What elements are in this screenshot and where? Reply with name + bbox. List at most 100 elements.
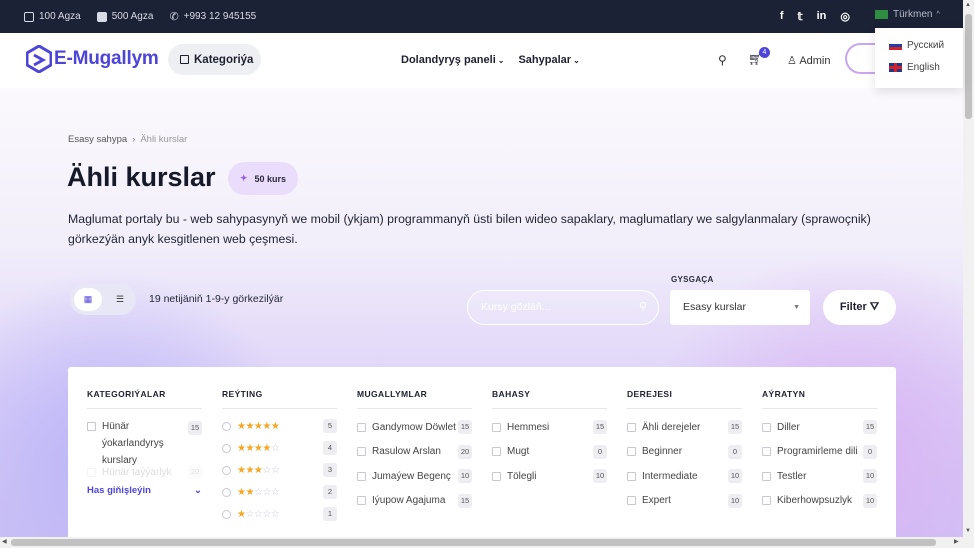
grid-view-icon[interactable]: ▦	[74, 288, 102, 311]
checkbox[interactable]	[492, 447, 501, 457]
filter-option-label: Hünär ýokarlandyryş kurslary	[102, 421, 164, 466]
page-title: Ähli kurslar	[67, 162, 216, 192]
facebook-link-icon[interactable]: f	[780, 10, 784, 23]
results-count: 19 netijäniň 1-9-y görkezilýär	[149, 293, 284, 305]
filter-option[interactable]: Beginner 0	[627, 440, 742, 465]
filter-option[interactable]: Mugt 0	[492, 440, 607, 465]
checkbox[interactable]	[492, 422, 501, 432]
site-logo[interactable]: E-Mugallym	[26, 45, 159, 73]
filter-option[interactable]: Expert 10	[627, 489, 742, 514]
rating-option-4[interactable]: ★★★★☆ 4	[222, 437, 337, 459]
filter-option-label: Testler	[777, 470, 807, 482]
five-stars-icon: ★★★★★	[237, 420, 280, 432]
filter-option[interactable]: Intermediate 10	[627, 464, 742, 489]
checkbox[interactable]	[357, 471, 366, 481]
sort-select[interactable]: Esasy kurslar ▼	[670, 290, 810, 325]
three-stars-icon: ★★★☆☆	[237, 464, 280, 476]
checkbox[interactable]	[762, 422, 771, 432]
checkbox[interactable]	[762, 496, 771, 506]
radio[interactable]	[222, 465, 231, 475]
filter-option[interactable]: Iýupow Agajuma 15	[357, 489, 472, 514]
chevron-down-icon: ⌄	[573, 56, 580, 65]
language-option-russian[interactable]: Русский	[875, 34, 963, 56]
filter-option-count: 2	[323, 485, 337, 499]
filter-rating: REÝTING ★★★★★ 5 ★★★★☆ 4 ★★★☆☆ 3 ★★☆☆☆ 2 ★☆☆☆…	[222, 389, 337, 525]
checkbox[interactable]	[627, 447, 636, 457]
caret-down-icon: ▼	[793, 304, 800, 311]
radio[interactable]	[222, 421, 231, 431]
checkbox[interactable]	[627, 422, 636, 432]
page-description: Maglumat portaly bu - web sahypasynyň we…	[68, 212, 871, 246]
vertical-scrollbar[interactable]: ▲ ▼	[963, 0, 974, 548]
scroll-up-icon[interactable]: ▲	[965, 2, 971, 8]
horizontal-scroll-thumb[interactable]	[11, 539, 936, 546]
filter-option[interactable]: Hünär taýýarlyk 20	[87, 463, 202, 481]
linkedin-link-icon[interactable]: in	[817, 10, 827, 23]
filter-option[interactable]: Ähli derejeler 15	[627, 415, 742, 440]
list-view-icon[interactable]: ☰	[108, 288, 132, 311]
twitter-link-icon[interactable]: 𝕥	[797, 10, 802, 23]
scroll-left-icon[interactable]: ◀	[2, 538, 7, 545]
phone-number[interactable]: ✆ +993 12 945155	[169, 11, 256, 22]
filter-option-label: Intermediate	[642, 470, 698, 482]
filter-button[interactable]: Filter ⛛	[823, 290, 896, 325]
checkbox[interactable]	[627, 471, 636, 481]
language-option-english[interactable]: English	[875, 56, 963, 78]
scroll-down-icon[interactable]: ▼	[965, 528, 971, 534]
language-selector[interactable]: Türkmen ^	[875, 9, 940, 20]
show-more-link[interactable]: Has giňişleýin ⌄	[87, 485, 202, 496]
rating-option-2[interactable]: ★★☆☆☆ 2	[222, 481, 337, 503]
radio[interactable]	[222, 509, 231, 519]
students-count: 100 Agza	[24, 11, 81, 22]
language-option-label: English	[907, 61, 940, 73]
checkbox[interactable]	[627, 496, 636, 506]
one-star-icon: ★☆☆☆☆	[237, 508, 280, 520]
user-menu[interactable]: ♙ Admin	[787, 54, 831, 67]
filter-option-label: Hemmesi	[507, 421, 550, 433]
sort-label: GYSGAÇA	[671, 275, 714, 284]
nav-item-dashboard[interactable]: Dolandyryş paneli ⌄	[401, 54, 504, 66]
course-search-input[interactable]: Kursy gözläň... ⚲	[467, 290, 659, 325]
checkbox[interactable]	[357, 496, 366, 506]
checkbox[interactable]	[357, 447, 366, 457]
filter-option[interactable]: Rasulow Arslan 20	[357, 440, 472, 465]
radio[interactable]	[222, 487, 231, 497]
nav-item-pages[interactable]: Sahypalar ⌄	[518, 54, 579, 66]
category-button[interactable]: Kategoriýa	[168, 44, 261, 75]
breadcrumb-home[interactable]: Esasy sahypa	[68, 134, 127, 145]
filter-option-count: 20	[188, 465, 202, 479]
filter-option-label: Tölegli	[507, 470, 537, 482]
checkbox[interactable]	[492, 471, 501, 481]
filter-option[interactable]: Programirleme dili 0	[762, 440, 877, 465]
checkbox[interactable]	[762, 471, 771, 481]
filter-option[interactable]: Jumaýew Begenç 10	[357, 464, 472, 489]
filter-option[interactable]: Testler 10	[762, 464, 877, 489]
rating-option-3[interactable]: ★★★☆☆ 3	[222, 459, 337, 481]
search-icon[interactable]: ⚲	[718, 53, 727, 67]
filter-option-label: Kiberhowpsuzlyk	[777, 495, 853, 507]
filter-option[interactable]: Hemmesi 15	[492, 415, 607, 440]
filter-option-count: 1	[323, 507, 337, 521]
instagram-link-icon[interactable]: ◎	[840, 10, 850, 23]
filter-option[interactable]: Tölegli 10	[492, 464, 607, 489]
filter-option[interactable]: Kiberhowpsuzlyk 10	[762, 489, 877, 514]
cart-icon[interactable]: 🛒︎ 4	[748, 47, 770, 66]
filter-option[interactable]: Gandymow Döwlet 15	[357, 415, 472, 440]
rating-option-5[interactable]: ★★★★★ 5	[222, 415, 337, 437]
checkbox[interactable]	[357, 422, 366, 432]
horizontal-scrollbar[interactable]: ◀ ▶	[0, 537, 963, 548]
filter-option[interactable]: Hünär ýokarlandyryş kurslary 15	[87, 409, 202, 466]
scroll-right-icon[interactable]: ▶	[954, 538, 959, 545]
filter-other: AÝRATYN Diller 15 Programirleme dili 0 Tes…	[762, 389, 877, 513]
filter-option[interactable]: Diller 15	[762, 415, 877, 440]
checkbox[interactable]	[87, 467, 96, 477]
radio[interactable]	[222, 443, 231, 453]
checkbox[interactable]	[762, 447, 771, 457]
instagram-icon	[24, 11, 34, 22]
search-icon[interactable]: ⚲	[639, 291, 647, 323]
rating-option-1[interactable]: ★☆☆☆☆ 1	[222, 503, 337, 525]
four-stars-icon: ★★★★☆	[237, 442, 280, 454]
checkbox[interactable]	[87, 422, 96, 431]
vertical-scroll-thumb[interactable]	[965, 14, 972, 119]
show-more-label: Has giňişleýin	[87, 485, 151, 496]
